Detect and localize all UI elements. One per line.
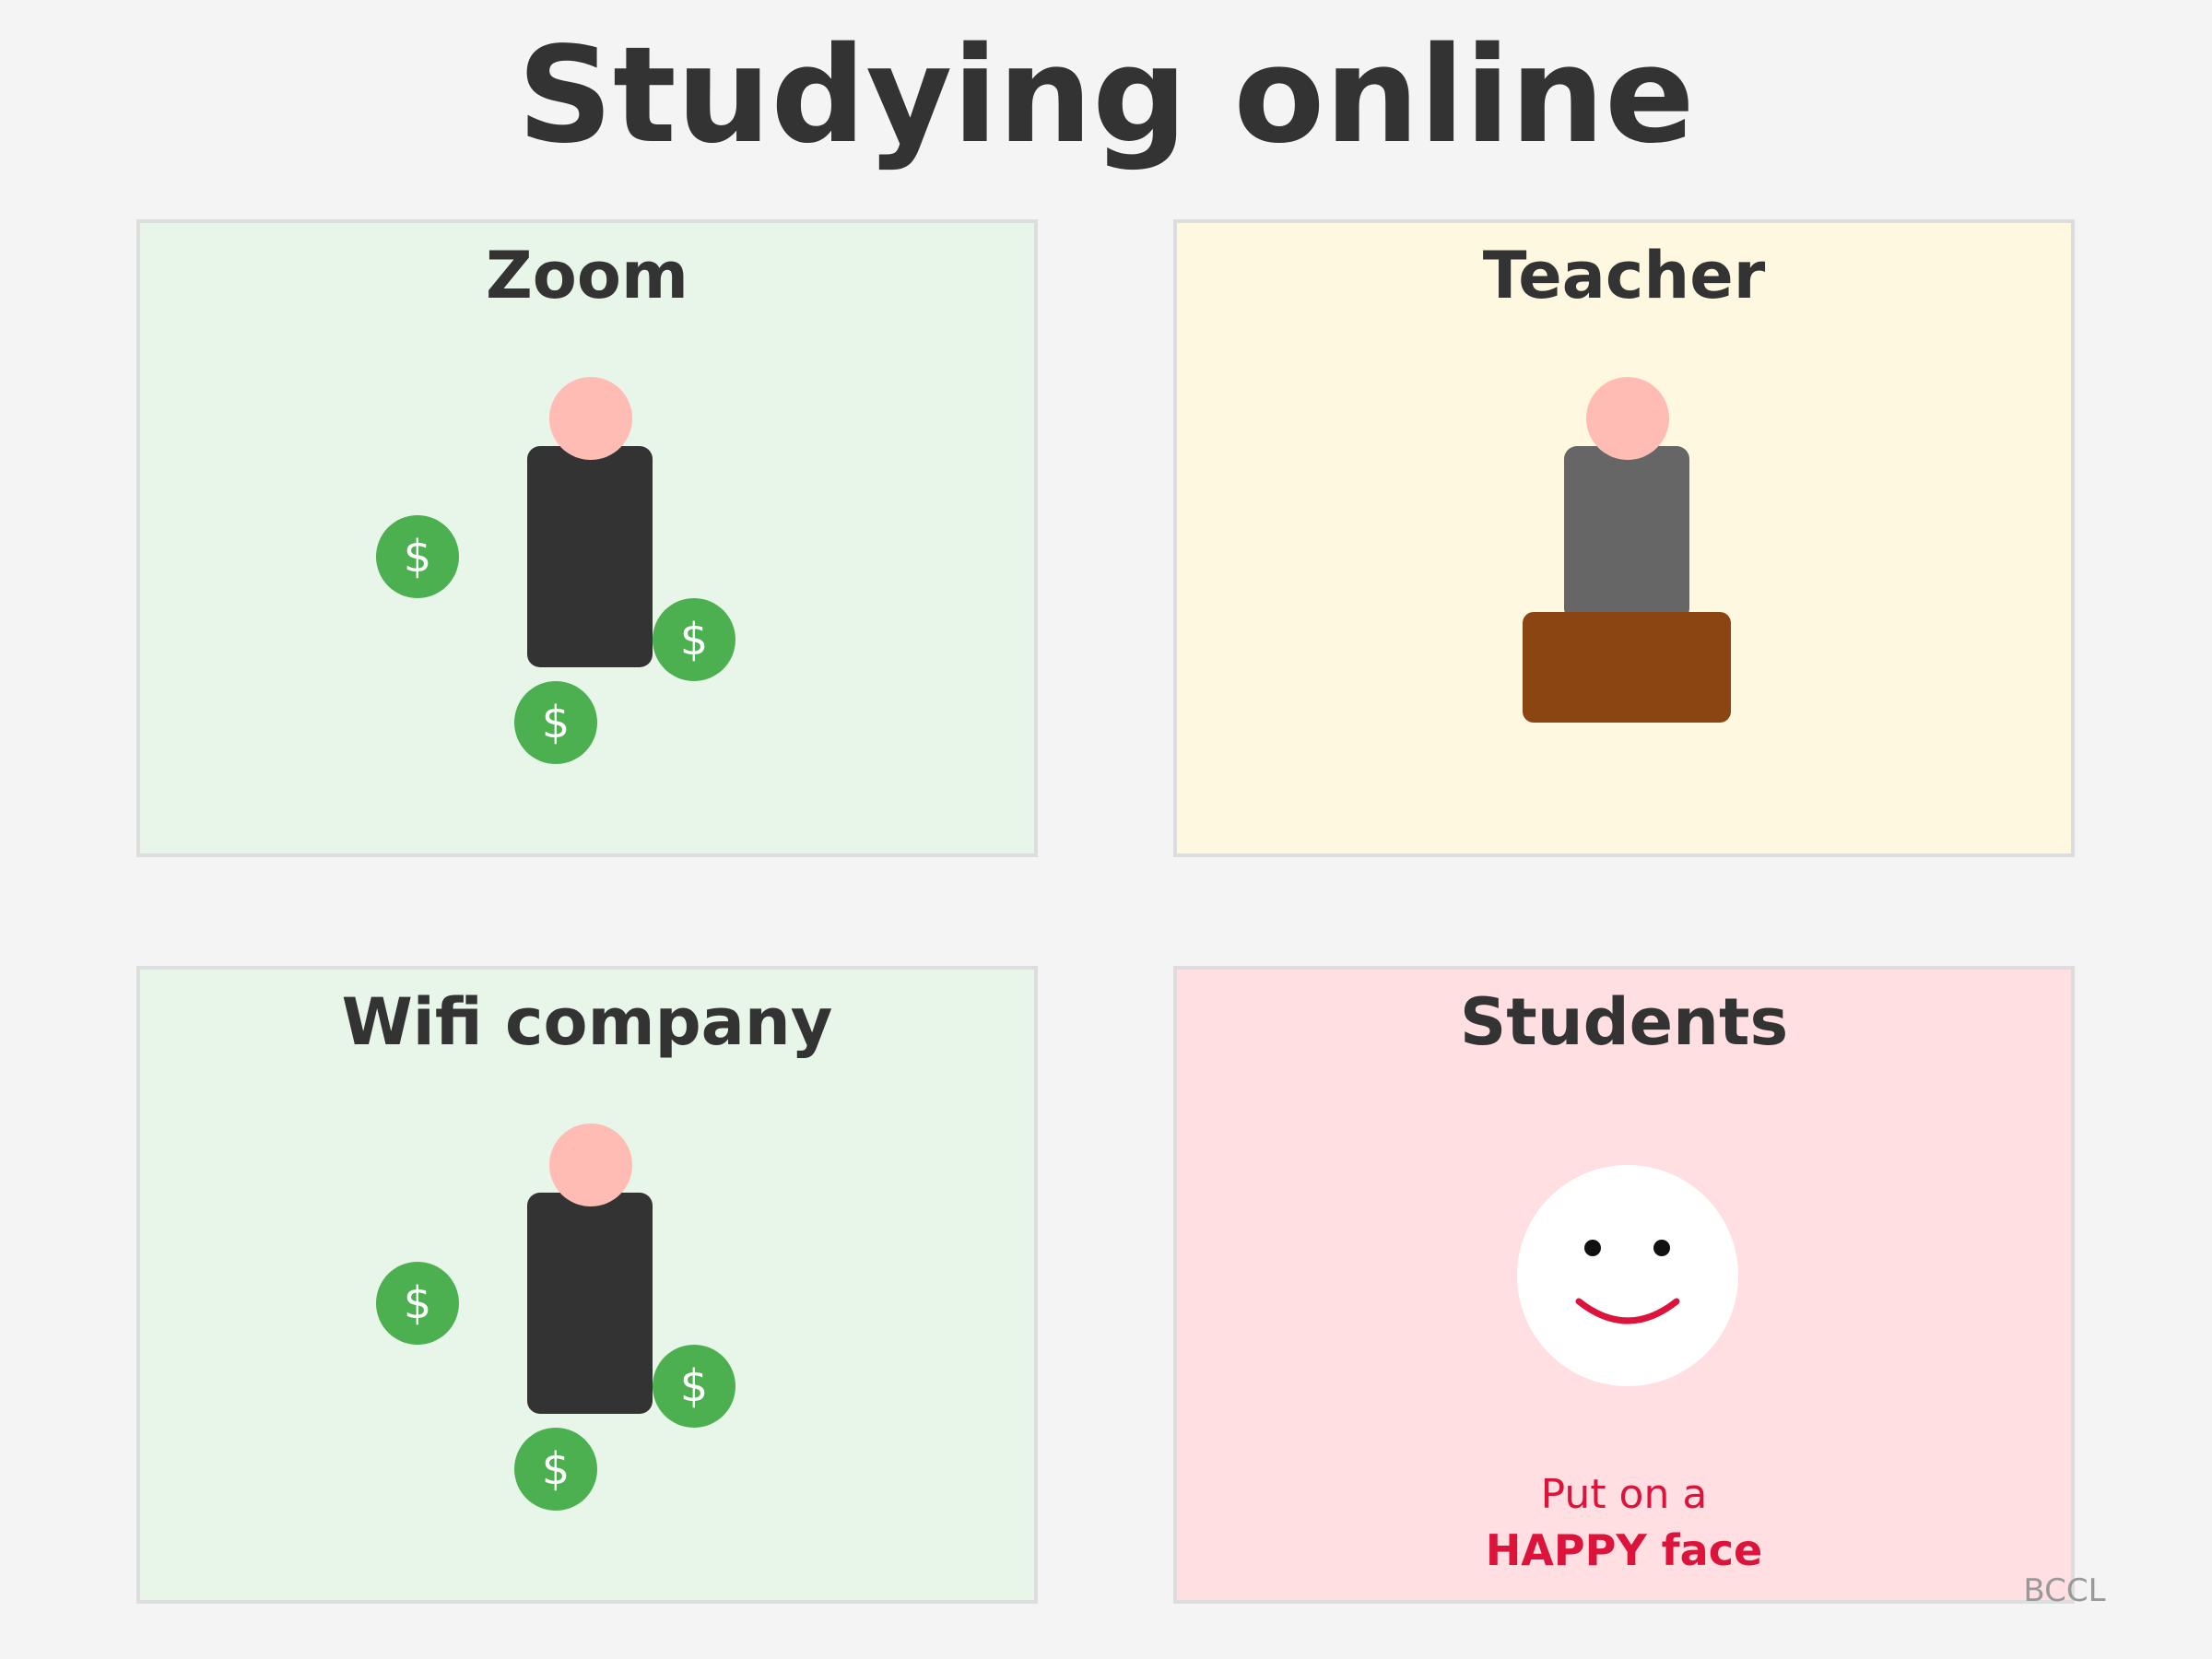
caption-line: Put on a	[1540, 1471, 1708, 1518]
svg-text:$: $	[542, 1443, 571, 1495]
panel-zoom: Zoom $ $ $	[136, 219, 1038, 857]
dollar-coin-icon: $	[376, 1262, 459, 1345]
panel-teacher: Teacher	[1173, 219, 2075, 857]
caption-emphasis: HAPPY face	[1485, 1525, 1763, 1575]
wifi-illustration: $ $ $	[376, 1124, 735, 1511]
dollar-coin-icon: $	[514, 681, 597, 764]
teacher-illustration	[1523, 377, 1731, 723]
svg-text:$: $	[404, 1277, 432, 1329]
panel-wifi-company: Wifi company $ $ $	[136, 966, 1038, 1604]
person-icon	[527, 1124, 653, 1414]
svg-text:$: $	[542, 697, 571, 748]
podium-icon	[1523, 612, 1731, 723]
smiley-face-icon	[1517, 1165, 1738, 1386]
svg-text:$: $	[680, 1360, 709, 1412]
page-title: Studying online	[517, 18, 1695, 172]
panel-students: Students Put on a HAPPY face	[1173, 966, 2075, 1604]
person-icon	[527, 377, 653, 667]
svg-text:$: $	[680, 614, 709, 665]
zoom-illustration: $ $ $	[376, 377, 735, 764]
svg-text:$: $	[404, 531, 432, 582]
dollar-coin-icon: $	[514, 1428, 597, 1511]
dollar-coin-icon: $	[376, 515, 459, 598]
credit-watermark: BCCL	[2023, 1572, 2106, 1609]
dollar-coin-icon: $	[653, 1345, 735, 1428]
dollar-coin-icon: $	[653, 598, 735, 681]
person-icon	[1564, 377, 1689, 621]
meme-page: Studying online Zoom $ $ $ Teacher Wifi …	[0, 0, 2212, 1659]
